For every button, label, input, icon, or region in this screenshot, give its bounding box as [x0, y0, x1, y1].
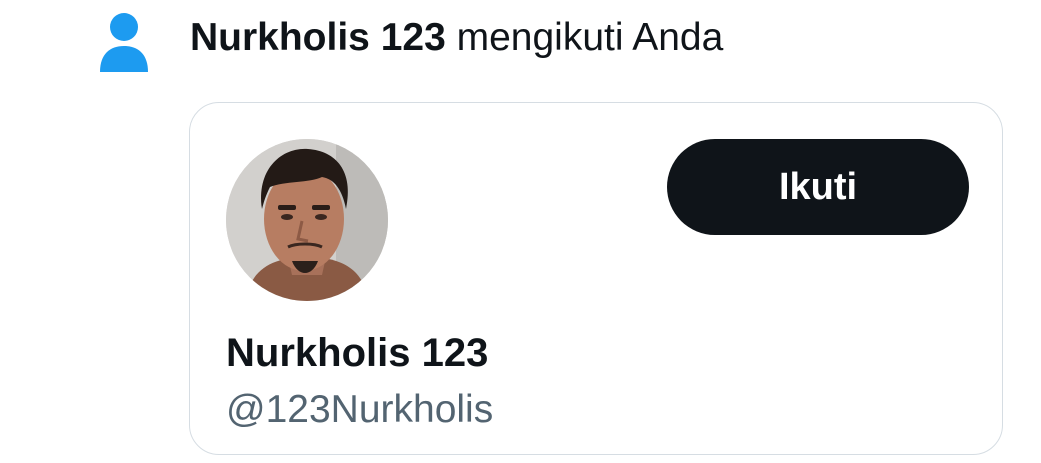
user-card[interactable]: Ikuti Nurkholis 123 @123Nurkholis [189, 102, 1003, 455]
follow-button[interactable]: Ikuti [667, 139, 969, 235]
user-display-name[interactable]: Nurkholis 123 [226, 328, 488, 378]
notification-user-name[interactable]: Nurkholis 123 [190, 16, 446, 59]
user-handle[interactable]: @123Nurkholis [226, 385, 493, 435]
notification-text: Nurkholis 123 mengikuti Anda [190, 12, 723, 64]
notification-action-text: mengikuti Anda [456, 16, 724, 59]
user-avatar[interactable] [226, 139, 388, 301]
person-icon [100, 13, 148, 72]
